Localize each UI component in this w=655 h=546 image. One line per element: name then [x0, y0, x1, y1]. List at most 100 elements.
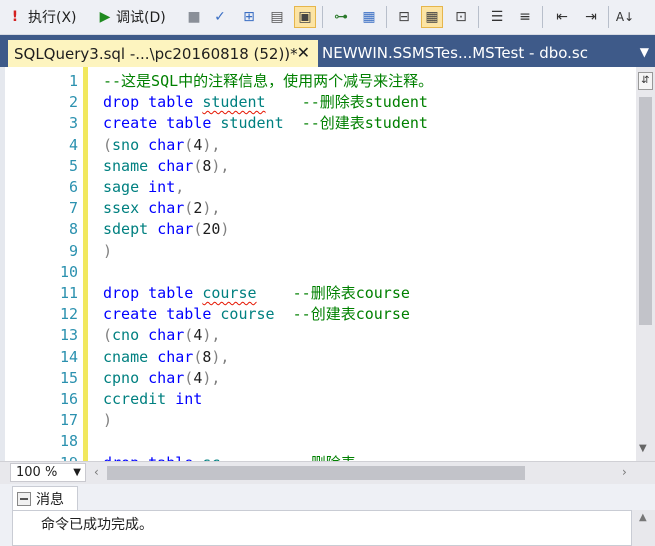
toolbar-separator [542, 6, 543, 28]
code-token: table [166, 114, 212, 133]
code-line: ccredit int [103, 389, 202, 410]
tab-messages[interactable]: 消息 [12, 486, 78, 510]
message-text: 命令已成功完成。 [41, 517, 153, 533]
include-plan-icon[interactable]: ⊶ [330, 6, 352, 28]
results-pane: 消息 命令已成功完成。 ▲ [0, 484, 655, 546]
code-token: ), [202, 326, 221, 345]
comment-out-icon[interactable]: ☰ [486, 6, 508, 28]
debug-button[interactable]: 调试(D) [116, 4, 166, 30]
change-tracking-bar [83, 67, 88, 461]
scroll-down-icon[interactable]: ▼ [639, 443, 647, 454]
uncomment-icon[interactable]: ≡ [514, 6, 536, 28]
specify-values-icon[interactable]: A↓ [614, 6, 636, 28]
code-line: sage int, [103, 177, 184, 198]
line-number: 15 [59, 368, 78, 387]
messages-vertical-scrollbar[interactable]: ▲ [632, 510, 655, 546]
code-token: cpno [103, 368, 140, 387]
code-line: ) [103, 410, 112, 431]
code-line: cname char(8), [103, 347, 229, 368]
line-number: 4 [68, 135, 78, 154]
line-number: 6 [68, 178, 78, 196]
code-token: ( [184, 135, 194, 154]
line-number: 2 [68, 93, 78, 112]
line-number: 13 [59, 326, 78, 345]
execute-label: 执行(X) [28, 10, 77, 26]
line-number: 10 [59, 262, 78, 281]
line-number: 11 [59, 284, 78, 302]
code-line: drop table student --删除表student [103, 92, 428, 113]
line-number: 1 [68, 72, 78, 90]
code-line: ssex char(2), [103, 198, 220, 219]
toolbar-separator [322, 6, 323, 28]
code-token: , [175, 178, 185, 196]
results-text-icon[interactable]: ⊟ [393, 6, 415, 28]
tab-newwin-dbo-sc[interactable]: NEWWIN.SSMSTes...MSTest - dbo.sc [322, 44, 588, 62]
code-token: ( [184, 199, 194, 218]
line-number: 7 [68, 199, 78, 218]
code-token: drop [103, 284, 140, 302]
code-line: (cno char(4), [103, 325, 220, 346]
scrollbar-thumb[interactable] [639, 97, 652, 325]
stop-icon[interactable]: ■ [183, 6, 205, 28]
execute-icon: ! [11, 9, 19, 25]
scroll-left-icon[interactable]: ‹ [94, 465, 99, 479]
code-token: --创建表student [301, 114, 428, 133]
increase-indent-icon[interactable]: ⇥ [580, 6, 602, 28]
code-token: ( [103, 326, 113, 345]
query-design-icon[interactable]: ⊞ [238, 6, 260, 28]
client-stats-icon[interactable]: ▦ [358, 6, 380, 28]
editor-vertical-scrollbar[interactable]: ⇵ ▼ [636, 67, 655, 461]
line-number: 12 [59, 305, 78, 324]
display-plan-icon[interactable]: ▤ [266, 6, 288, 28]
code-token: ), [202, 368, 221, 387]
code-token: --删除表course [292, 284, 410, 302]
line-number: 9 [68, 241, 78, 260]
sql-editor[interactable]: 12345678910111213141516171819 --这是SQL中的注… [0, 67, 655, 472]
code-token: course [220, 305, 275, 324]
code-token: 20 [202, 220, 221, 239]
code-token: ) [103, 411, 113, 430]
toolbar-separator [608, 6, 609, 28]
code-token: student [202, 93, 266, 112]
results-grid-icon[interactable]: ▦ [421, 6, 443, 28]
split-handle-icon[interactable]: ⇵ [638, 72, 653, 90]
code-line: sdept char(20) [103, 219, 229, 240]
code-token: ) [103, 241, 113, 260]
check-icon[interactable]: ✓ [209, 6, 231, 28]
code-token: ), [211, 347, 230, 366]
tab-sqlquery3[interactable]: SQLQuery3.sql -...\pc20160818 (52))* ✕ [8, 40, 318, 67]
close-icon[interactable]: ✕ [297, 43, 310, 62]
code-line: drop table course --删除表course [103, 283, 410, 304]
execute-button[interactable]: 执行(X) [28, 4, 77, 30]
messages-tab-label: 消息 [36, 491, 64, 508]
horizontal-scrollbar-thumb[interactable] [107, 466, 525, 480]
editor-status-strip: 100 % ▼ ‹ › [0, 461, 655, 484]
scroll-up-icon[interactable]: ▲ [639, 512, 647, 523]
code-line: create table course --创建表course [103, 304, 410, 325]
line-number: 17 [59, 411, 78, 430]
code-token: char [148, 135, 185, 154]
zoom-select[interactable]: 100 % ▼ [10, 463, 86, 482]
chevron-down-icon[interactable]: ▼ [640, 45, 649, 59]
results-to-file-icon[interactable]: ▣ [294, 6, 316, 28]
decrease-indent-icon[interactable]: ⇤ [551, 6, 573, 28]
results-file-icon[interactable]: ⊡ [450, 6, 472, 28]
code-token: char [148, 326, 185, 345]
scroll-right-icon[interactable]: › [622, 465, 627, 479]
code-token: int [148, 178, 176, 196]
code-token: 4 [193, 135, 203, 154]
code-token: char [157, 220, 194, 239]
code-token: char [148, 368, 185, 387]
code-token: drop [103, 93, 140, 112]
